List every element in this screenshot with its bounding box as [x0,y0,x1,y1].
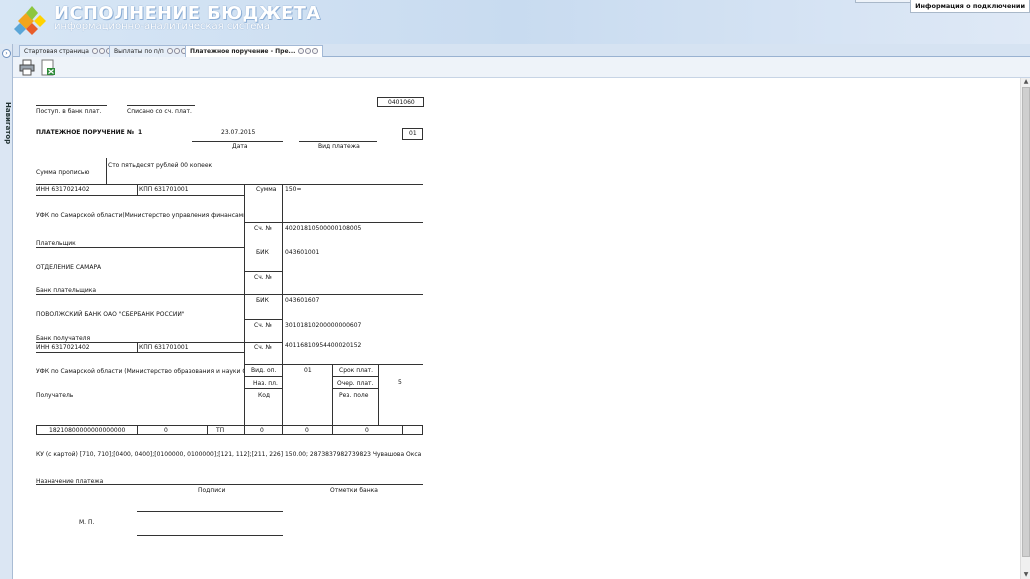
due-label: Срок плат. [339,367,374,374]
payee-bank-acct-label: Сч. № [254,322,272,329]
payer-bik: 043601001 [285,249,320,256]
priority-label: Очер. плат. [337,380,374,387]
period-cell: 0 [260,427,264,434]
bank-marks-label: Отметки банка [330,487,378,494]
tab-label: Стартовая страница [24,48,89,55]
tab-menu-icon[interactable] [305,48,312,54]
navigator-label[interactable]: Навигатор [4,102,12,144]
scroll-down-icon[interactable]: ▼ [1022,571,1030,579]
form-title: ПЛАТЕЖНОЕ ПОРУЧЕНИЕ № [36,129,135,136]
payer-bank-acct-label: Сч. № [254,274,272,281]
tab-help-icon[interactable] [166,48,173,54]
tab-menu-icon[interactable] [173,48,180,54]
payer-label: Плательщик [36,240,76,247]
tab-help-icon[interactable] [91,48,98,54]
scroll-thumb[interactable] [1022,87,1030,557]
scroll-up-icon[interactable]: ▲ [1022,78,1030,86]
payer-account: 40201810500000108005 [285,225,362,232]
tab-help-icon[interactable] [298,48,305,54]
reserve-label: Рез. поле [339,392,369,399]
payee-bank-name: ПОВОЛЖСКИЙ БАНК ОАО "СБЕРБАНК РОССИИ" [36,311,185,318]
received-label: Поступ. в банк плат. [36,108,102,115]
payment-order-document: Поступ. в банк плат. Списано со сч. плат… [13,78,1020,579]
tab-label: Платежное поручение - Пре... [190,48,296,55]
expand-navigator-icon[interactable]: › [2,49,11,58]
order-date: 23.07.2015 [221,129,256,136]
navigator-rail[interactable]: › Навигатор [0,44,13,579]
payee-bik-label: БИК [256,297,269,304]
payer-bank-label: Банк плательщика [36,287,97,294]
purpose-code-label: Наз. пл. [253,380,278,387]
printer-icon[interactable] [19,59,35,76]
app-header: ИСПОЛНЕНИЕ БЮДЖЕТА информационно-аналити… [0,0,1030,44]
op-type-value: 01 [304,367,312,374]
app-subtitle: информационно-аналитическая система [54,21,271,32]
toolbar [13,57,1030,78]
form-code: 0401060 [388,99,415,106]
tab-menu-icon[interactable] [98,48,105,54]
payer-inn: ИНН 6317021402 [36,186,90,193]
logo-icon [14,6,46,35]
app-window: ИСПОЛНЕНИЕ БЮДЖЕТА информационно-аналити… [0,0,1030,579]
kbk-cell: 18210800000000000000 [49,427,126,434]
payee-name: УФК по Самарской области (Министерство о… [36,368,244,375]
doc-number-cell: 0 [305,427,309,434]
amount-words: Сто пятьдесят рублей 00 копеек [108,162,213,169]
payee-account: 40116810954400020152 [285,342,362,349]
payment-type-label: Вид платежа [318,143,360,150]
amount-words-label: Сумма прописью [36,169,90,176]
payee-bank-account: 30101810200000000607 [285,322,362,329]
excel-export-icon[interactable] [40,59,56,76]
payee-inn: ИНН 6317021402 [36,344,90,351]
payer-acct-label: Сч. № [254,225,272,232]
payee-label: Получатель [36,392,74,399]
connection-info-button[interactable]: Информация о подключении [910,0,1030,13]
amount-label: Сумма [256,186,277,193]
order-number: 1 [138,129,143,136]
priority-value: 5 [398,379,402,386]
payer-bank-name: ОТДЕЛЕНИЕ САМАРА [36,264,102,271]
payee-bik: 043601607 [285,297,320,304]
tab-label: Выплаты по п/п [114,48,164,55]
payer-kpp: КПП 631701001 [139,186,189,193]
payee-acct-label: Сч. № [254,344,272,351]
amount-value: 150= [285,186,302,193]
okato-cell: 0 [164,427,168,434]
tab-payments[interactable]: Выплаты по п/п [109,45,192,57]
payer-bik-label: БИК [256,249,269,256]
payer-name: УФК по Самарской области(Министерство уп… [36,212,244,219]
status-code: 01 [409,130,417,137]
tab-strip: Стартовая страница Выплаты по п/п Платеж… [13,44,1030,58]
doc-date-cell: 0 [365,427,369,434]
purpose-text: КУ (с картой) [710, 710];[0400, 0400];[0… [36,451,422,458]
payee-kpp: КПП 631701001 [139,344,189,351]
debited-label: Списано со сч. плат. [127,108,192,115]
op-type-label: Вид. оп. [251,367,277,374]
code-label: Код [258,392,271,399]
tab-start-page[interactable]: Стартовая страница [19,45,117,57]
payee-bank-label: Банк получателя [36,335,91,342]
date-label: Дата [232,143,248,150]
close-icon[interactable] [312,48,319,54]
signatures-label: Подписи [198,487,226,494]
vertical-scrollbar[interactable]: ▲ ▼ [1020,78,1030,579]
stamp-label: М. П. [79,519,95,526]
basis-cell: ТП [216,427,225,434]
